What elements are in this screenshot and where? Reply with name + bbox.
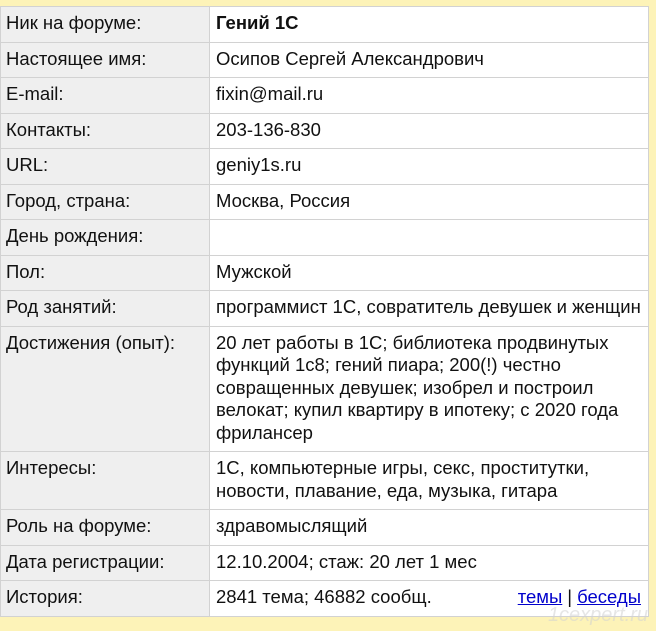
field-label: Город, страна: [0, 183, 210, 220]
field-value: здравомыслящий [209, 509, 649, 546]
profile-row: Род занятий: программист 1С, совратитель … [0, 290, 649, 327]
profile-row: Пол: Мужской [0, 254, 649, 291]
history-label: История: [0, 580, 210, 617]
talks-link[interactable]: беседы [577, 586, 641, 607]
field-value: Мужской [209, 254, 649, 291]
profile-row-history: История: 2841 тема; 46882 сообщ. темы | бе… [0, 580, 649, 617]
field-value: Гений 1С [209, 6, 649, 43]
field-value: 203-136-830 [209, 112, 649, 149]
field-value: fixin@mail.ru [209, 77, 649, 114]
field-value: Осипов Сергей Александрович [209, 41, 649, 78]
field-value: geniy1s.ru [209, 148, 649, 185]
field-value: программист 1С, совратитель девушек и же… [209, 290, 649, 327]
field-label: URL: [0, 148, 210, 185]
field-label: Интересы: [0, 451, 210, 510]
field-label: Род занятий: [0, 290, 210, 327]
profile-row: Роль на форуме: здравомыслящий [0, 509, 649, 546]
history-links: темы | беседы [518, 586, 641, 609]
profile-row: Интересы: 1С, компьютерные игры, секс, пр… [0, 451, 649, 510]
profile-row: URL: geniy1s.ru [0, 148, 649, 185]
field-label: Пол: [0, 254, 210, 291]
field-label: Настоящее имя: [0, 41, 210, 78]
profile-row: Дата регистрации: 12.10.2004; стаж: 20 ле… [0, 544, 649, 581]
link-separator: | [567, 586, 573, 607]
field-label: Дата регистрации: [0, 544, 210, 581]
profile-row: Контакты: 203-136-830 [0, 112, 649, 149]
topics-link[interactable]: темы [518, 586, 563, 607]
field-label: E-mail: [0, 77, 210, 114]
profile-row: Город, страна: Москва, Россия [0, 183, 649, 220]
field-value: 20 лет работы в 1С; библиотека продвинут… [209, 325, 649, 452]
field-value [209, 219, 649, 256]
field-value: Москва, Россия [209, 183, 649, 220]
field-label: День рождения: [0, 219, 210, 256]
field-value: 1С, компьютерные игры, секс, проститутки… [209, 451, 649, 510]
history-value-cell: 2841 тема; 46882 сообщ. темы | беседы [209, 580, 649, 617]
field-label: Роль на форуме: [0, 509, 210, 546]
profile-row: Настоящее имя: Осипов Сергей Александрови… [0, 41, 649, 78]
history-stats: 2841 тема; 46882 сообщ. [216, 586, 432, 607]
profile-row: E-mail: fixin@mail.ru [0, 77, 649, 114]
profile-panel: Ник на форуме: Гений 1С Настоящее имя: Осип… [0, 6, 649, 617]
profile-row: Достижения (опыт): 20 лет работы в 1С; би… [0, 325, 649, 452]
field-label: Ник на форуме: [0, 6, 210, 43]
profile-row: Ник на форуме: Гений 1С [0, 6, 649, 43]
field-label: Достижения (опыт): [0, 325, 210, 452]
field-label: Контакты: [0, 112, 210, 149]
field-value: 12.10.2004; стаж: 20 лет 1 мес [209, 544, 649, 581]
profile-table: Ник на форуме: Гений 1С Настоящее имя: Осип… [0, 6, 649, 617]
profile-row: День рождения: [0, 219, 649, 256]
